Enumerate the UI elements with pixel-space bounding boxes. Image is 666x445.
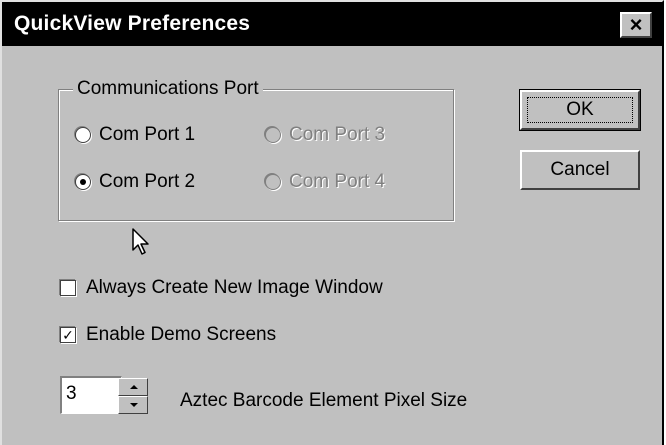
spin-down-button[interactable] [118, 396, 148, 414]
arrow-up-icon [130, 385, 138, 389]
checkbox-label: Enable Demo Screens [86, 324, 277, 345]
radio-label: Com Port 3 [289, 124, 386, 145]
always-create-new-image-window-option[interactable]: Always Create New Image Window [60, 277, 383, 299]
pixel-size-input[interactable]: 3 [60, 376, 122, 414]
group-legend: Communications Port [73, 78, 263, 100]
radio-button[interactable] [75, 127, 91, 143]
checkbox-new-image-window[interactable] [60, 280, 76, 296]
focus-rectangle [527, 97, 633, 123]
radio-button [265, 127, 281, 143]
radio-com-port-1[interactable]: Com Port 1 [75, 124, 195, 146]
radio-button [265, 174, 281, 190]
cancel-button-label: Cancel [550, 159, 610, 180]
radio-label: Com Port 2 [99, 171, 196, 192]
checkbox-demo-screens[interactable]: ✓ [60, 327, 76, 343]
cancel-button[interactable]: Cancel [520, 150, 640, 190]
checkbox-label: Always Create New Image Window [86, 277, 383, 298]
radio-com-port-2[interactable]: Com Port 2 [75, 171, 195, 193]
title-bar[interactable]: QuickView Preferences × [2, 2, 662, 46]
window-title: QuickView Preferences [14, 12, 251, 35]
radio-label: Com Port 4 [289, 171, 386, 192]
preferences-dialog: QuickView Preferences × Communications P… [0, 0, 664, 445]
radio-com-port-3: Com Port 3 [265, 124, 385, 146]
radio-com-port-4: Com Port 4 [265, 171, 385, 193]
radio-button[interactable] [75, 174, 91, 190]
ok-button[interactable]: OK [519, 89, 641, 131]
close-icon: × [629, 12, 643, 37]
radio-label: Com Port 1 [99, 124, 196, 145]
pixel-size-spinner [118, 378, 148, 414]
pixel-size-label: Aztec Barcode Element Pixel Size [180, 390, 468, 411]
mouse-pointer-icon [132, 228, 149, 255]
arrow-down-icon [130, 403, 138, 407]
checkmark-icon: ✓ [62, 327, 74, 343]
close-button[interactable]: × [620, 12, 652, 38]
enable-demo-screens-option[interactable]: ✓ Enable Demo Screens [60, 324, 276, 346]
communications-port-group: Communications Port Com Port 1 Com Port … [58, 78, 454, 221]
spin-up-button[interactable] [118, 378, 148, 396]
radio-selected-dot [80, 179, 86, 185]
